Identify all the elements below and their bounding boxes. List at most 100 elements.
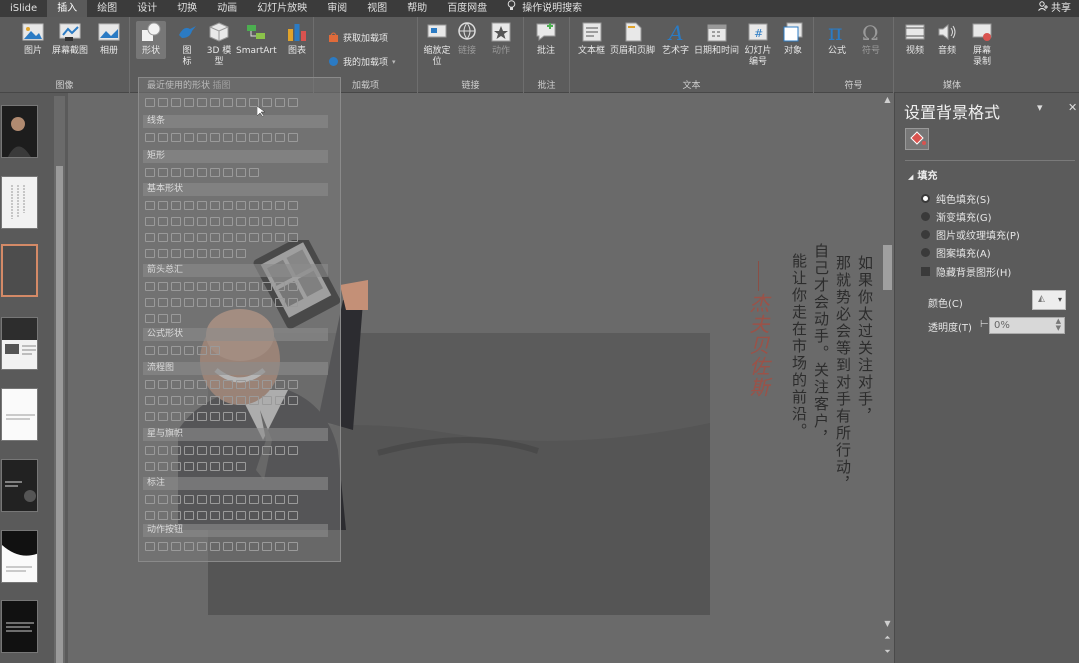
transparency-input[interactable]: 0% ▲ ▼ <box>989 317 1065 334</box>
tab-design[interactable]: 设计 <box>127 0 167 17</box>
slide-thumbnail[interactable] <box>1 388 38 441</box>
model3d-button[interactable]: 3D 模型 <box>204 21 234 68</box>
icons-button[interactable]: 图标 <box>176 21 198 68</box>
slide-number-button[interactable]: # 幻灯片 编号 <box>744 21 772 68</box>
tell-me-search[interactable]: 操作说明搜索 <box>497 0 592 17</box>
chart-button[interactable]: 图表 <box>286 21 308 57</box>
color-picker-button[interactable]: ◭ ▾ <box>1032 290 1066 310</box>
ribbon-tabs: iSlide 插入 绘图 设计 切换 动画 幻灯片放映 审阅 视图 帮助 百度网… <box>0 0 1079 17</box>
textbox-button[interactable]: 文本框 <box>578 21 605 57</box>
audio-button[interactable]: 音频 <box>936 21 958 57</box>
tab-help[interactable]: 帮助 <box>397 0 437 17</box>
header-footer-button[interactable]: 页眉和页脚 <box>610 21 655 57</box>
shapes-button[interactable]: 形状 <box>136 21 166 59</box>
tab-animations[interactable]: 动画 <box>207 0 247 17</box>
shapes-section-callouts: 标注 <box>143 477 328 490</box>
shape-row[interactable] <box>145 495 330 507</box>
photo-album-button[interactable]: 相册 <box>98 21 120 57</box>
shape-row[interactable] <box>145 542 330 554</box>
shape-row[interactable] <box>145 201 330 213</box>
next-slide-icon[interactable]: ⏷ <box>881 647 894 657</box>
tab-transitions[interactable]: 切换 <box>167 0 207 17</box>
fill-bucket-icon[interactable] <box>905 128 929 150</box>
radio-selected[interactable] <box>921 194 930 203</box>
scroll-up-arrow-icon[interactable]: ▲ <box>881 95 894 104</box>
pane-close-icon[interactable]: ✕ <box>1068 101 1077 114</box>
radio-unselected[interactable] <box>921 212 930 221</box>
star-action-icon <box>491 22 511 42</box>
screen-recording-button[interactable]: 屏幕 录制 <box>968 21 996 68</box>
transparency-slider[interactable]: ⊢ <box>980 319 989 330</box>
wave-thumbnail-image <box>2 531 37 572</box>
tab-insert[interactable]: 插入 <box>47 0 88 17</box>
shape-row[interactable] <box>145 396 330 408</box>
shape-row[interactable] <box>145 314 330 326</box>
tab-draw[interactable]: 绘图 <box>87 0 127 17</box>
wordart-button[interactable]: A 艺术字 <box>662 21 689 57</box>
group-label-text: 文本 <box>682 81 701 91</box>
tab-baidu-netdisk[interactable]: 百度网盘 <box>437 0 497 17</box>
shape-row[interactable] <box>145 133 330 145</box>
slide-vertical-scrollbar[interactable]: ▲ ▼ ⏶ ⏷ <box>881 93 894 663</box>
pane-options-chevron-icon[interactable]: ▾ <box>1037 101 1043 114</box>
shape-row[interactable] <box>145 217 330 229</box>
datetime-button[interactable]: 日期和时间 <box>694 21 739 57</box>
symbol-button[interactable]: Ω 符号 <box>860 21 882 57</box>
previous-slide-icon[interactable]: ⏶ <box>881 633 894 643</box>
hide-background-label: 隐藏背景图形(H) <box>936 268 1012 279</box>
slide-thumbnail[interactable] <box>1 459 38 512</box>
group-label-symbols: 符号 <box>844 81 863 91</box>
shape-row[interactable] <box>145 168 330 180</box>
slide-thumbnail[interactable] <box>1 176 38 229</box>
object-button[interactable]: 对象 <box>782 21 804 57</box>
radio-unselected[interactable] <box>921 248 930 257</box>
insert-picture-button[interactable]: 图片 <box>22 21 44 57</box>
shape-row[interactable] <box>145 233 330 245</box>
shape-row[interactable] <box>145 462 330 474</box>
shape-row[interactable] <box>145 346 330 358</box>
tab-islide[interactable]: iSlide <box>0 0 47 17</box>
thumbnail-scroll-thumb[interactable] <box>56 166 63 663</box>
slide-thumbnail-selected[interactable] <box>1 244 38 297</box>
zoom-button[interactable]: 缩放定位 <box>422 21 452 68</box>
radio-unselected[interactable] <box>921 230 930 239</box>
get-addins-button[interactable]: 获取加载项 <box>328 31 388 44</box>
shape-row[interactable] <box>145 380 330 392</box>
shape-row[interactable] <box>145 511 330 523</box>
shape-row[interactable] <box>145 282 330 294</box>
shape-row[interactable] <box>145 98 330 110</box>
thumbnail-scrollbar[interactable] <box>54 96 65 663</box>
slide-thumbnail[interactable] <box>1 530 38 583</box>
quote-column: 自己才会动手。关注客户， <box>812 243 830 447</box>
tab-review[interactable]: 审阅 <box>317 0 357 17</box>
smartart-button[interactable]: SmartArt <box>236 21 277 57</box>
share-button[interactable]: 共享 <box>1038 0 1071 17</box>
fill-section-header[interactable]: ◢ 填充 <box>908 167 937 182</box>
hide-background-option[interactable]: 隐藏背景图形(H) <box>921 264 1011 279</box>
comment-button[interactable]: 批注 <box>535 21 557 57</box>
my-addins-button[interactable]: 我的加载项 ▾ <box>328 55 396 68</box>
gradient-fill-option[interactable]: 渐变填充(G) <box>921 209 992 224</box>
tab-slideshow[interactable]: 幻灯片放映 <box>247 0 317 17</box>
action-button[interactable]: 动作 <box>490 21 512 57</box>
link-button[interactable]: 链接 <box>458 21 476 57</box>
shape-row[interactable] <box>145 412 330 424</box>
pattern-fill-option[interactable]: 图案填充(A) <box>921 245 991 260</box>
slide-thumbnail[interactable] <box>1 600 38 653</box>
slide-thumbnail[interactable] <box>1 105 38 158</box>
equation-button[interactable]: π 公式 <box>826 21 848 57</box>
spinner-icon[interactable]: ▲ ▼ <box>1056 318 1061 332</box>
scroll-down-arrow-icon[interactable]: ▼ <box>881 619 894 628</box>
video-button[interactable]: 视频 <box>904 21 926 57</box>
equation-label: 公式 <box>827 46 846 56</box>
solid-fill-option[interactable]: 纯色填充(S) <box>921 191 990 206</box>
shape-row[interactable] <box>145 298 330 310</box>
shape-row[interactable] <box>145 249 330 261</box>
shape-row[interactable] <box>145 446 330 458</box>
tab-view[interactable]: 视图 <box>357 0 397 17</box>
hide-background-checkbox[interactable] <box>921 267 930 276</box>
slide-thumbnail[interactable] <box>1 317 38 370</box>
slide-scroll-thumb[interactable] <box>883 245 892 290</box>
screenshot-button[interactable]: 屏幕截图 <box>52 21 88 57</box>
picture-fill-option[interactable]: 图片或纹理填充(P) <box>921 227 1020 242</box>
